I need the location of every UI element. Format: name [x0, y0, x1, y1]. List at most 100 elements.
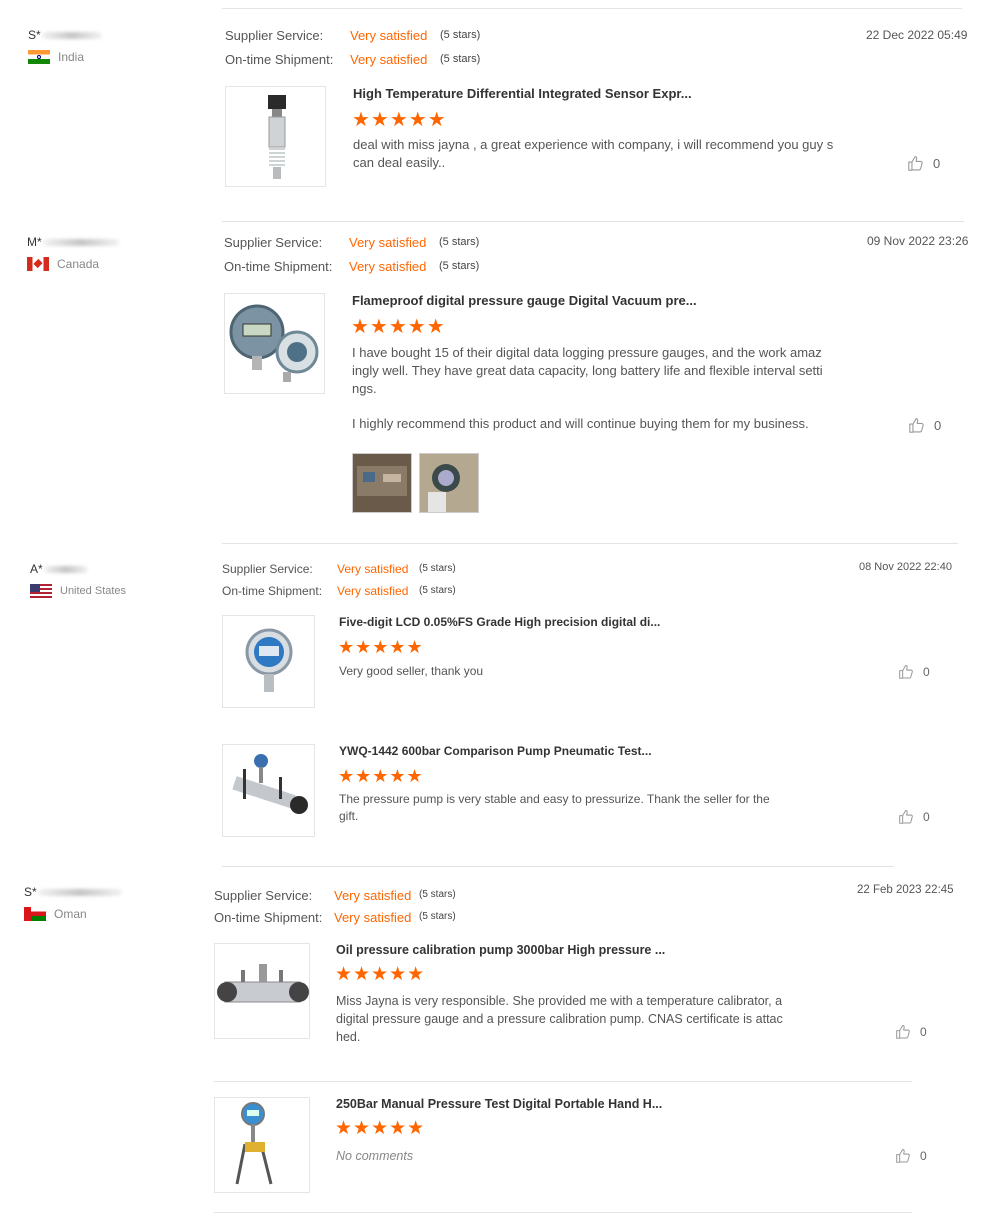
seller-ratings: Supplier Service: Very satisfied (5 star…: [225, 28, 525, 72]
buyer-info: M* Canada: [27, 235, 207, 275]
pressure-sensor-image: [268, 95, 286, 179]
product-rating-stars: ★★★★★: [352, 109, 447, 131]
review-date: 22 Feb 2023 22:45: [857, 884, 954, 896]
buyer-name: M*: [27, 235, 119, 249]
india-flag-icon: [28, 50, 50, 64]
country-name: Canada: [57, 257, 100, 271]
shipment-stars: (5 stars): [439, 260, 480, 272]
comparison-pump-image: [232, 754, 308, 814]
thumbs-up-icon: [898, 663, 915, 680]
seller-ratings: Supplier Service: Very satisfied (5 star…: [224, 235, 524, 279]
thumbs-up-icon: [895, 1023, 912, 1040]
review-comment: deal with miss jayna , a great experienc…: [353, 137, 834, 170]
product-title[interactable]: Flameproof digital pressure gauge Digita…: [352, 293, 697, 308]
country-name: India: [58, 50, 85, 64]
supplier-service-value: Very satisfied: [334, 888, 412, 903]
shipment-label: On-time Shipment:: [222, 584, 323, 598]
calibration-pump-image: [217, 964, 309, 1003]
supplier-service-value: Very satisfied: [350, 28, 428, 43]
review-item: 250Bar Manual Pressure Test Digital Port…: [214, 1097, 944, 1194]
shipment-stars: (5 stars): [419, 911, 456, 922]
buyer-name: A*: [30, 562, 88, 576]
buyer-country: India: [28, 50, 84, 64]
buyer-info: S* Oman: [24, 885, 204, 925]
product-title[interactable]: 250Bar Manual Pressure Test Digital Port…: [336, 1097, 662, 1111]
buyer-name: S*: [28, 28, 102, 42]
supplier-service-value: Very satisfied: [337, 562, 409, 576]
review-item: Five-digit LCD 0.05%FS Grade High precis…: [222, 615, 952, 709]
like-button[interactable]: 0: [908, 416, 941, 434]
product-title[interactable]: YWQ-1442 600bar Comparison Pump Pneumati…: [339, 744, 652, 758]
review-date: 22 Dec 2022 05:49: [866, 28, 968, 42]
divider: [222, 866, 894, 867]
seller-ratings: Supplier Service: Very satisfied (5 star…: [214, 888, 514, 932]
review-item: Flameproof digital pressure gauge Digita…: [224, 293, 964, 515]
like-button[interactable]: 0: [898, 663, 930, 680]
product-title[interactable]: Oil pressure calibration pump 3000bar Hi…: [336, 943, 665, 957]
divider: [222, 221, 964, 222]
review-date: 08 Nov 2022 22:40: [859, 561, 952, 573]
gauge-photo-image: [353, 454, 411, 512]
thumbs-up-icon: [907, 154, 925, 172]
product-rating-stars: ★★★★★: [338, 766, 424, 786]
divider: [222, 543, 958, 544]
gauge-photo-image: [420, 454, 478, 512]
canada-flag-icon: [27, 257, 49, 271]
divider: [222, 8, 962, 9]
product-thumbnail[interactable]: [222, 744, 315, 837]
supplier-service-value: Very satisfied: [349, 235, 427, 250]
like-count: 0: [920, 1024, 927, 1039]
oman-flag-icon: [24, 907, 46, 921]
divider: [214, 1081, 912, 1082]
shipment-label: On-time Shipment:: [225, 52, 334, 67]
attachment-photo[interactable]: [419, 453, 479, 513]
buyer-country: Oman: [24, 907, 87, 921]
thumbs-up-icon: [908, 416, 926, 434]
product-rating-stars: ★★★★★: [338, 637, 424, 657]
buyer-info: S* India: [28, 28, 208, 68]
product-thumbnail[interactable]: [224, 293, 325, 394]
review-item: Oil pressure calibration pump 3000bar Hi…: [214, 943, 944, 1044]
product-title[interactable]: High Temperature Differential Integrated…: [353, 86, 692, 101]
shipment-stars: (5 stars): [419, 585, 456, 596]
shipment-label: On-time Shipment:: [214, 910, 323, 925]
shipment-value: Very satisfied: [350, 52, 428, 67]
shipment-value: Very satisfied: [334, 910, 412, 925]
review-item: High Temperature Differential Integrated…: [225, 86, 965, 188]
supplier-service-label: Supplier Service:: [225, 28, 324, 43]
digital-gauge-image: [229, 304, 319, 382]
product-thumbnail[interactable]: [225, 86, 326, 187]
hand-pump-image: [235, 1102, 273, 1185]
like-button[interactable]: 0: [907, 154, 940, 172]
product-title[interactable]: Five-digit LCD 0.05%FS Grade High precis…: [339, 615, 660, 629]
like-count: 0: [923, 809, 930, 824]
product-thumbnail[interactable]: [222, 615, 315, 708]
review-date: 09 Nov 2022 23:26: [867, 234, 969, 248]
product-rating-stars: ★★★★★: [335, 964, 426, 985]
supplier-service-label: Supplier Service:: [224, 235, 323, 250]
supplier-service-stars: (5 stars): [440, 29, 481, 41]
supplier-service-stars: (5 stars): [439, 236, 480, 248]
us-flag-icon: [30, 584, 52, 598]
country-name: United States: [60, 585, 127, 597]
like-button[interactable]: 0: [898, 808, 930, 825]
product-thumbnail[interactable]: [214, 943, 310, 1039]
shipment-label: On-time Shipment:: [224, 259, 333, 274]
shipment-value: Very satisfied: [349, 259, 427, 274]
review-comment-paragraph: I highly recommend this product and will…: [352, 416, 809, 431]
product-rating-stars: ★★★★★: [335, 1118, 426, 1139]
review-comment: I have bought 15 of their digital data l…: [352, 345, 823, 396]
product-thumbnail[interactable]: [214, 1097, 310, 1193]
like-button[interactable]: 0: [895, 1147, 927, 1164]
buyer-name: S*: [24, 885, 122, 899]
attachment-photo[interactable]: [352, 453, 412, 513]
review-item: YWQ-1442 600bar Comparison Pump Pneumati…: [222, 744, 952, 838]
review-comment: Very good seller, thank you: [339, 664, 484, 678]
like-button[interactable]: 0: [895, 1023, 927, 1040]
like-count: 0: [933, 155, 941, 171]
buyer-country: Canada: [27, 257, 99, 271]
divider: [214, 1212, 912, 1213]
like-count: 0: [923, 664, 930, 679]
seller-ratings: Supplier Service: Very satisfied (5 star…: [222, 562, 522, 606]
buyer-info: A* United States: [30, 562, 210, 602]
